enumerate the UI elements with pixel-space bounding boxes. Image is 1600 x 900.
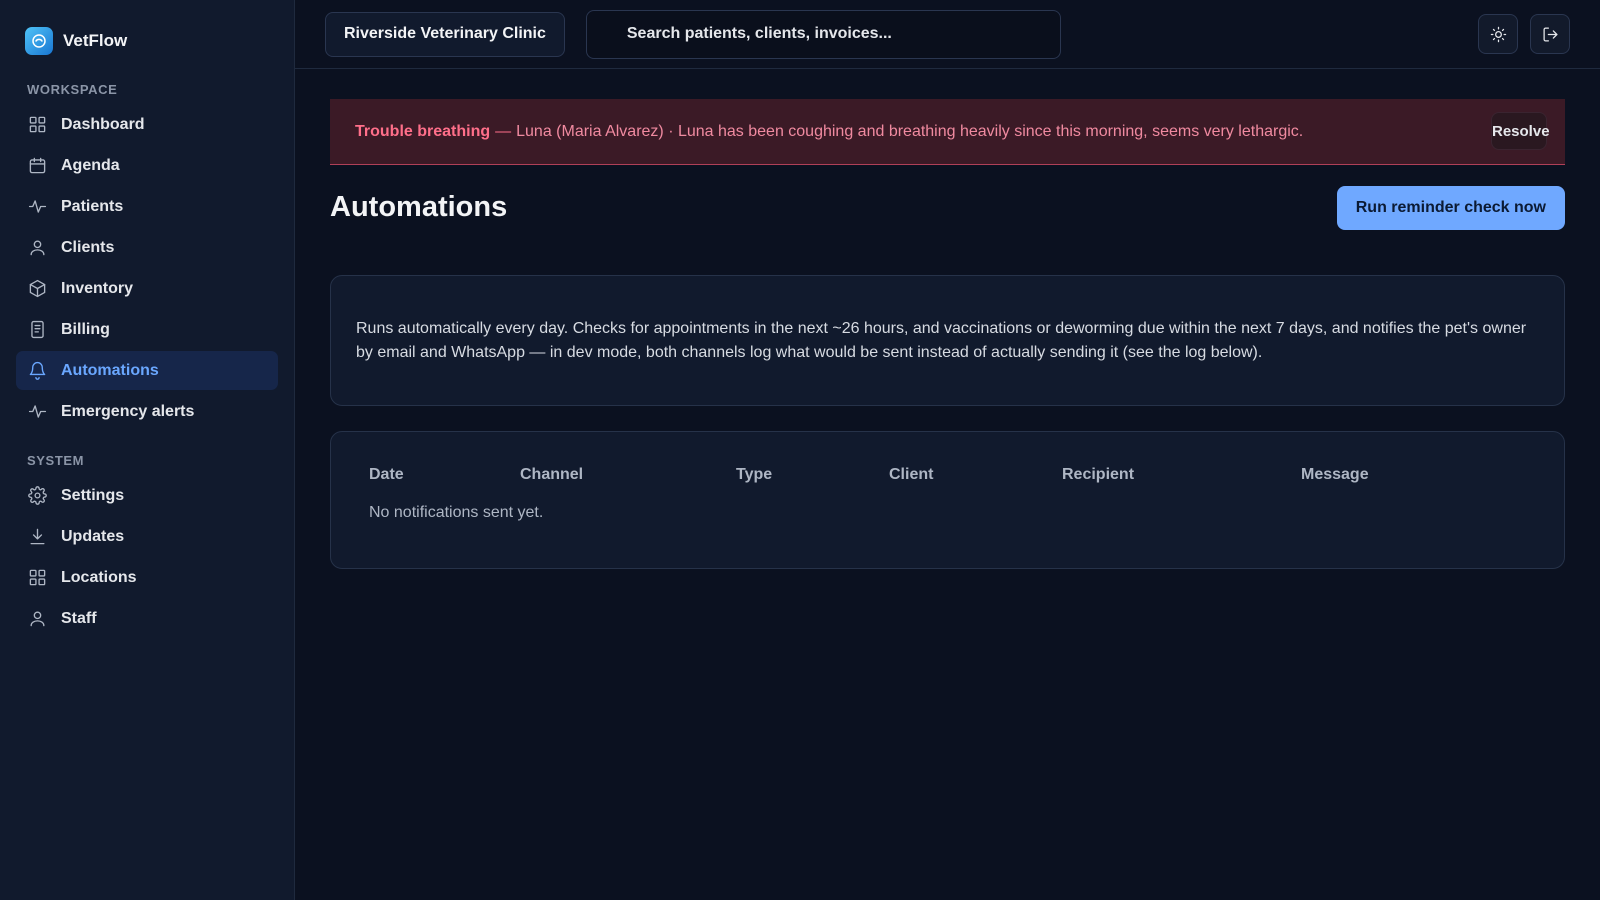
workspace-nav: Dashboard Agenda Patients Clients Inventory B… — [16, 105, 278, 431]
sidebar-item-staff[interactable]: Staff — [16, 599, 278, 638]
sidebar-item-automations[interactable]: Automations — [16, 351, 278, 390]
resolve-alert-button[interactable]: Resolve — [1491, 112, 1550, 150]
sidebar-item-label: Inventory — [61, 279, 134, 297]
grid-icon — [27, 115, 47, 135]
sidebar-item-label: Agenda — [61, 156, 120, 174]
column-header-date: Date — [369, 466, 404, 483]
table-header: Date Channel Type Client Recipient Message — [369, 466, 1526, 484]
notification-log-table: Date Channel Type Client Recipient Message No… — [330, 431, 1565, 569]
sidebar-item-label: Emergency alerts — [61, 402, 195, 420]
sidebar-item-settings[interactable]: Settings — [16, 476, 278, 515]
automation-description: Runs automatically every day. Checks for… — [356, 320, 1527, 361]
sun-icon — [1490, 26, 1506, 42]
user-icon — [27, 238, 47, 258]
sidebar-item-label: Updates — [61, 527, 125, 545]
sidebar-item-patients[interactable]: Patients — [16, 187, 278, 226]
main-area: Riverside Veterinary Clinic Trouble brea… — [295, 0, 1600, 900]
user-icon — [27, 609, 47, 629]
activity-icon — [27, 197, 47, 217]
top-actions — [1478, 14, 1570, 54]
brand[interactable]: VetFlow — [16, 26, 278, 56]
sidebar-item-label: Billing — [61, 320, 110, 338]
alert-title: Trouble breathing — [355, 122, 491, 140]
sidebar-item-locations[interactable]: Locations — [16, 558, 278, 597]
sidebar-item-label: Dashboard — [61, 115, 145, 133]
logout-button[interactable] — [1530, 14, 1570, 54]
sidebar-item-label: Settings — [61, 486, 125, 504]
run-reminder-check-button[interactable]: Run reminder check now — [1336, 185, 1565, 230]
alert-separator: — — [495, 122, 512, 140]
sidebar-item-label: Staff — [61, 609, 97, 627]
logout-icon — [1542, 26, 1558, 42]
app-root: VetFlow WORKSPACE Dashboard Agenda Patient… — [0, 0, 1600, 900]
sidebar-item-clients[interactable]: Clients — [16, 228, 278, 267]
column-header-recipient: Recipient — [1062, 466, 1135, 483]
receipt-icon — [27, 320, 47, 340]
download-icon — [27, 527, 47, 547]
column-header-channel: Channel — [520, 466, 584, 483]
activity-icon — [27, 402, 47, 422]
sidebar-item-label: Clients — [61, 238, 115, 256]
clinic-selector-button[interactable]: Riverside Veterinary Clinic — [325, 11, 565, 57]
box-icon — [27, 279, 47, 299]
alert-text: Luna (Maria Alvarez) · Luna has been cou… — [516, 122, 1304, 140]
vetflow-logo-icon — [25, 27, 53, 55]
brand-name: VetFlow — [63, 31, 128, 50]
emergency-alert-banner: Trouble breathing — Luna (Maria Alvarez)… — [330, 99, 1565, 165]
system-section-label: SYSTEM — [27, 453, 85, 468]
sidebar-item-agenda[interactable]: Agenda — [16, 146, 278, 185]
sidebar-item-emergency-alerts[interactable]: Emergency alerts — [16, 392, 278, 431]
column-header-client: Client — [889, 466, 934, 483]
page-header: Automations Run reminder check now — [330, 185, 1565, 230]
automation-description-card: Runs automatically every day. Checks for… — [330, 275, 1565, 406]
table-empty-state: No notifications sent yet. — [369, 504, 544, 521]
page-content: Trouble breathing — Luna (Maria Alvarez)… — [295, 69, 1600, 569]
page-title: Automations — [330, 191, 508, 223]
calendar-icon — [27, 156, 47, 176]
topbar: Riverside Veterinary Clinic — [295, 0, 1600, 69]
column-header-type: Type — [736, 466, 773, 483]
bell-icon — [27, 361, 47, 381]
sidebar-item-label: Locations — [61, 568, 137, 586]
sidebar-item-billing[interactable]: Billing — [16, 310, 278, 349]
sidebar-item-dashboard[interactable]: Dashboard — [16, 105, 278, 144]
workspace-section-label: WORKSPACE — [27, 82, 118, 97]
theme-toggle-button[interactable] — [1478, 14, 1518, 54]
sidebar-item-inventory[interactable]: Inventory — [16, 269, 278, 308]
system-nav: Settings Updates Locations Staff — [16, 476, 278, 638]
sidebar: VetFlow WORKSPACE Dashboard Agenda Patient… — [0, 0, 295, 900]
global-search-input[interactable] — [585, 9, 1061, 59]
column-header-message: Message — [1301, 466, 1369, 483]
sidebar-item-updates[interactable]: Updates — [16, 517, 278, 556]
sidebar-item-label: Patients — [61, 197, 124, 215]
sidebar-item-label: Automations — [61, 361, 159, 379]
grid-icon — [27, 568, 47, 588]
gear-icon — [27, 486, 47, 506]
